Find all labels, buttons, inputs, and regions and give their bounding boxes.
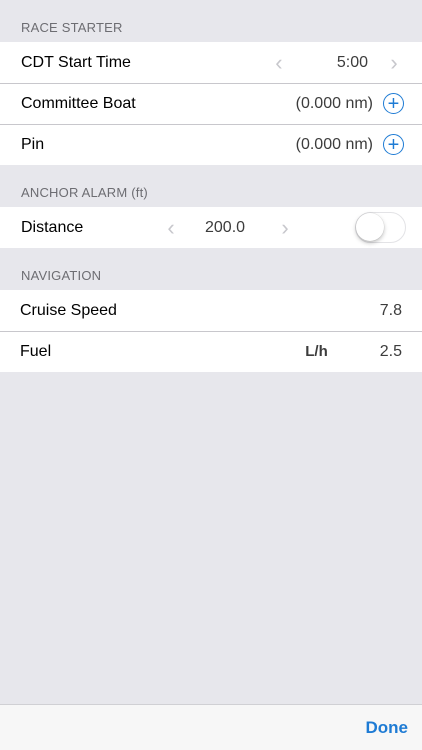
start-time-value: 5:00 (336, 53, 368, 71)
start-time-label: CDT Start Time (21, 53, 131, 71)
pin-label: Pin (21, 135, 45, 153)
section-header-anchor-alarm: ANCHOR ALARM (ft) (21, 185, 148, 200)
pin-value: (0.000 nm) (295, 135, 373, 153)
cruise-speed-value: 7.8 (379, 301, 402, 319)
pin-row: Pin (0.000 nm) + (0, 124, 422, 165)
toggle-knob (356, 213, 384, 241)
committee-boat-value: (0.000 nm) (295, 94, 373, 112)
plus-circle-icon[interactable]: + (383, 93, 404, 114)
section-header-navigation: NAVIGATION (21, 268, 102, 283)
section-header-race-starter: RACE STARTER (21, 20, 123, 35)
race-starter-group: CDT Start Time ‹ 5:00 › Committee Boat (… (0, 42, 422, 165)
chevron-right-icon[interactable]: › (273, 216, 297, 239)
fuel-value: 2.5 (379, 342, 402, 360)
navigation-group: Cruise Speed 7.8 Fuel L/h 2.5 (0, 290, 422, 372)
distance-label: Distance (21, 218, 84, 236)
distance-row: Distance ‹ 200.0 › (0, 207, 422, 248)
fuel-label: Fuel (20, 342, 52, 360)
committee-boat-label: Committee Boat (21, 94, 136, 112)
chevron-right-icon[interactable]: › (382, 51, 406, 74)
anchor-alarm-group: Distance ‹ 200.0 › (0, 207, 422, 248)
chevron-left-icon[interactable]: ‹ (267, 51, 291, 74)
bottom-toolbar: Done (0, 704, 422, 750)
cruise-speed-label: Cruise Speed (20, 301, 117, 319)
done-button[interactable]: Done (366, 718, 409, 738)
fuel-row[interactable]: Fuel L/h 2.5 (0, 331, 422, 372)
chevron-left-icon[interactable]: ‹ (159, 216, 183, 239)
start-time-row: CDT Start Time ‹ 5:00 › (0, 42, 422, 83)
distance-value: 200.0 (205, 218, 246, 236)
anchor-alarm-toggle[interactable] (355, 212, 406, 243)
plus-circle-icon[interactable]: + (383, 134, 404, 155)
cruise-speed-row[interactable]: Cruise Speed 7.8 (0, 290, 422, 331)
fuel-unit: L/h (305, 343, 328, 360)
committee-boat-row: Committee Boat (0.000 nm) + (0, 83, 422, 124)
